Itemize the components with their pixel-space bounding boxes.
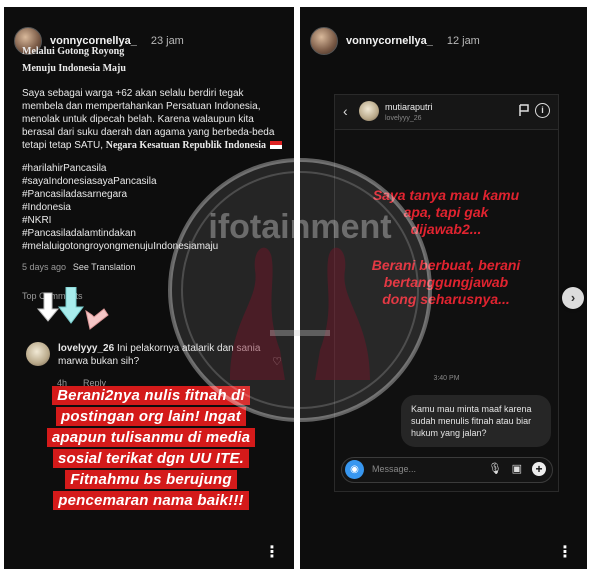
left-story-panel: vonnycornellya_ 23 jam Melalui Gotong Ro…: [4, 7, 294, 569]
see-translation-link[interactable]: See Translation: [73, 262, 136, 272]
hashtag[interactable]: #melaluigotongroyongmenujuIndonesiamaju: [22, 240, 284, 253]
caption-line: Menuju Indonesia Maju: [22, 63, 126, 74]
next-story-button[interactable]: ›: [562, 287, 584, 309]
post-time: 5 days ago: [22, 262, 67, 272]
camera-icon[interactable]: ◉: [345, 460, 364, 479]
contact-name[interactable]: mutiaraputri: [385, 102, 433, 112]
vertical-dots-icon[interactable]: ⋮: [557, 545, 573, 561]
flag-icon[interactable]: [518, 104, 530, 117]
overlay-line: dijawab2...: [410, 221, 482, 237]
hashtag[interactable]: #harilahirPancasila: [22, 162, 284, 175]
caption-line: Melalui Gotong Royong: [22, 46, 125, 57]
hashtag[interactable]: #sayaIndonesiasayaPancasila: [22, 175, 284, 188]
overlay-line: apa, tapi gak: [403, 204, 489, 220]
overlay-line: bertanggungjawab: [383, 274, 509, 290]
gallery-icon[interactable]: ▣: [512, 462, 522, 475]
red-text-line: Fitnahmu bs berujung: [65, 470, 237, 489]
red-text-line: postingan org lain! Ingat: [56, 407, 246, 426]
message-timestamp: 3:40 PM: [433, 375, 460, 382]
red-text-line: sosial terikat dgn UU ITE.: [52, 449, 250, 468]
avatar[interactable]: [310, 27, 338, 55]
red-text-line: apapun tulisanmu di media: [46, 428, 256, 447]
message-bubble[interactable]: Kamu mau minta maaf karena sudah menulis…: [401, 395, 551, 447]
plus-icon[interactable]: +: [532, 462, 546, 476]
post-caption: Melalui Gotong Royong Menuju Indonesia M…: [22, 45, 284, 303]
right-story-header: vonnycornellya_ 12 jam: [310, 27, 480, 55]
right-story-panel: vonnycornellya_ 12 jam ‹ mutiaraputri lo…: [300, 7, 587, 569]
story-time: 12 jam: [446, 35, 480, 47]
hashtag[interactable]: #Pancasiladasarnegara: [22, 188, 284, 201]
message-input[interactable]: Message...: [372, 464, 416, 474]
microphone-icon[interactable]: 🎙: [488, 462, 502, 475]
caption-body-bold: Negara Kesatuan Republik Indonesia: [105, 140, 267, 151]
overlay-line: dong seharusnya...: [382, 291, 510, 307]
story-username[interactable]: vonnycornellya_: [346, 35, 433, 47]
contact-subtitle: lovelyyy_26: [385, 115, 422, 122]
heart-icon[interactable]: ♡: [272, 355, 282, 368]
comment-body: lovelyyy_26 Ini pelakornya atalarik dan …: [58, 342, 284, 368]
vertical-dots-icon[interactable]: ⋮: [264, 545, 280, 561]
info-icon[interactable]: i: [535, 103, 550, 118]
commenter-avatar[interactable]: [26, 342, 50, 366]
red-text-line: Berani2nya nulis fitnah di: [52, 386, 250, 405]
overlay-line: Saya tanya mau kamu: [372, 187, 520, 203]
hashtag[interactable]: #Pancasiladalamtindakan: [22, 227, 284, 240]
overlay-text-1: Saya tanya mau kamu apa, tapi gak dijawa…: [351, 187, 541, 238]
dm-screenshot: ‹ mutiaraputri lovelyyy_26 i Saya tanya …: [334, 94, 559, 492]
comment-item: lovelyyy_26 Ini pelakornya atalarik dan …: [26, 342, 284, 368]
hashtag-list: #harilahirPancasila #sayaIndonesiasayaPa…: [22, 162, 284, 253]
back-arrow-icon[interactable]: ‹: [343, 103, 348, 119]
message-input-bar[interactable]: ◉ Message... 🎙 ▣ +: [341, 457, 553, 483]
indonesia-flag-icon: [270, 141, 283, 150]
hashtag[interactable]: #Indonesia: [22, 201, 284, 214]
hashtag[interactable]: #NKRI: [22, 214, 284, 227]
comment-username[interactable]: lovelyyy_26: [58, 343, 114, 354]
red-text-overlay: Berani2nya nulis fitnah di postingan org…: [18, 385, 284, 511]
overlay-text-2: Berani berbuat, berani bertanggungjawab …: [351, 257, 541, 308]
overlay-line: Berani berbuat, berani: [371, 257, 521, 273]
red-text-line: pencemaran nama baik!!!: [53, 491, 249, 510]
pointing-arrows-icon: [36, 287, 109, 330]
dm-header: ‹ mutiaraputri lovelyyy_26 i: [335, 95, 558, 130]
contact-avatar[interactable]: [359, 101, 379, 121]
